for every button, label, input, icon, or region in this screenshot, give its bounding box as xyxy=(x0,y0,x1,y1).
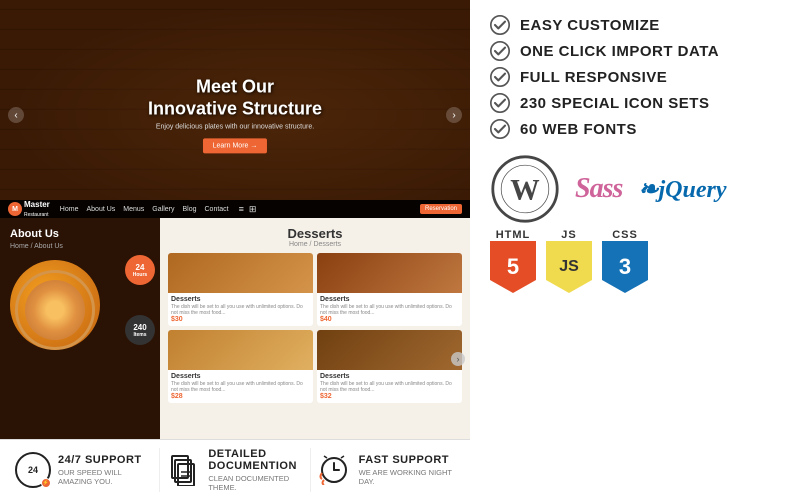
dessert-info: Desserts The dish will be set to all you… xyxy=(168,370,313,403)
dessert-info: Desserts The dish will be set to all you… xyxy=(317,293,462,326)
sass-logo: Sass xyxy=(575,173,622,205)
html5-badge: HTML 5 xyxy=(490,229,536,293)
dessert-image xyxy=(317,253,462,293)
hero-title: Meet OurInnovative Structure xyxy=(148,76,322,119)
dessert-image xyxy=(317,330,462,370)
js-badge: JS JS xyxy=(546,229,592,293)
docs-text: DETAILED DOCUMENTION CLEAN DOCUMENTED TH… xyxy=(208,448,304,492)
docs-icon xyxy=(165,452,201,488)
dessert-image xyxy=(168,330,313,370)
dessert-item: Desserts The dish will be set to all you… xyxy=(168,253,313,326)
check-icon xyxy=(490,41,510,61)
docs-stat: DETAILED DOCUMENTION CLEAN DOCUMENTED TH… xyxy=(160,448,310,492)
bottom-nav-icons: ≡ ⊞ xyxy=(239,204,257,215)
hero-prev-button[interactable]: ‹ xyxy=(8,107,24,123)
check-icon xyxy=(490,67,510,87)
dessert-info: Desserts The dish will be set to all you… xyxy=(168,293,313,326)
about-breadcrumb: Home / About Us xyxy=(10,243,150,250)
support-stat: 24 ⚡ 24/7 SUPPORT OUR SPEED WILL AMAZING… xyxy=(10,448,160,492)
dessert-item: Desserts The dish will be set to all you… xyxy=(317,253,462,326)
check-icon xyxy=(490,15,510,35)
mockup-top: M MasterRestaurant Home About Us Menus G… xyxy=(0,0,470,230)
check-icon xyxy=(490,119,510,139)
feature-label: EASY CUSTOMIZE xyxy=(520,17,660,34)
jquery-logo: ❧jQuery xyxy=(638,175,726,204)
sass-jquery-logos: Sass ❧jQuery xyxy=(575,173,726,205)
right-panel: EASY CUSTOMIZE ONE CLICK IMPORT DATA FUL… xyxy=(470,0,800,500)
features-list: EASY CUSTOMIZE ONE CLICK IMPORT DATA FUL… xyxy=(490,15,780,139)
bottom-stats-bar: 24 ⚡ 24/7 SUPPORT OUR SPEED WILL AMAZING… xyxy=(0,439,470,500)
js-label: JS xyxy=(546,229,592,241)
feature-one-click: ONE CLICK IMPORT DATA xyxy=(490,41,780,61)
dessert-item: Desserts The dish will be set to all you… xyxy=(317,330,462,403)
desserts-next-button[interactable]: › xyxy=(451,352,465,366)
bottom-menu-icon[interactable]: ≡ xyxy=(239,204,244,215)
feature-easy-customize: EASY CUSTOMIZE xyxy=(490,15,780,35)
feature-label: 230 SPECIAL ICON SETS xyxy=(520,95,709,112)
bottom-reservation-button[interactable]: Reservation xyxy=(420,204,462,214)
hero-subtitle: Enjoy delicious plates with our innovati… xyxy=(148,124,322,131)
tech-logos-row: W Sass ❧jQuery xyxy=(490,154,780,224)
wordpress-logo: W xyxy=(490,154,560,224)
fast-support-stat: FAST SUPPORT WE ARE WORKING NIGHT DAY. xyxy=(311,448,460,492)
html-label: HTML xyxy=(490,229,536,241)
desserts-header: Desserts Home / Desserts xyxy=(160,218,470,253)
html5-shield: 5 xyxy=(490,241,536,293)
dessert-item: Desserts The dish will be set to all you… xyxy=(168,330,313,403)
learn-more-button[interactable]: Learn More → xyxy=(203,139,268,154)
fast-support-text: FAST SUPPORT WE ARE WORKING NIGHT DAY. xyxy=(359,454,455,486)
feature-responsive: FULL RESPONSIVE xyxy=(490,67,780,87)
bottom-brand-icon: M xyxy=(8,202,22,216)
items-badge: 240 Items xyxy=(125,315,155,345)
dessert-info: Desserts The dish will be set to all you… xyxy=(317,370,462,403)
dessert-image xyxy=(168,253,313,293)
js-shield: JS xyxy=(546,241,592,293)
feature-web-fonts: 60 WEB FONTS xyxy=(490,119,780,139)
about-title: About Us xyxy=(10,228,150,240)
hero-next-button[interactable]: › xyxy=(446,107,462,123)
css3-shield: 3 xyxy=(602,241,648,293)
pizza-image xyxy=(10,260,100,350)
css-label: CSS xyxy=(602,229,648,241)
fast-support-icon xyxy=(316,452,352,488)
feature-icon-sets: 230 SPECIAL ICON SETS xyxy=(490,93,780,113)
bottom-cart-icon[interactable]: ⊞ xyxy=(249,204,257,215)
feature-label: ONE CLICK IMPORT DATA xyxy=(520,43,719,60)
bottom-brand: M MasterRestaurant xyxy=(8,200,50,218)
css3-badge: CSS 3 xyxy=(602,229,648,293)
support-icon: 24 ⚡ xyxy=(15,452,51,488)
desserts-breadcrumb: Home / Desserts xyxy=(165,241,465,248)
html5-badges: HTML 5 JS JS CSS 3 xyxy=(490,229,780,293)
check-icon xyxy=(490,93,510,113)
hero-content: Meet OurInnovative Structure Enjoy delic… xyxy=(148,76,322,153)
svg-text:W: W xyxy=(510,175,539,207)
desserts-grid: Desserts The dish will be set to all you… xyxy=(160,253,470,403)
feature-label: FULL RESPONSIVE xyxy=(520,69,667,86)
bottom-nav: M MasterRestaurant Home About Us Menus G… xyxy=(0,200,470,218)
bottom-brand-name: MasterRestaurant xyxy=(24,200,50,218)
left-panel: M MasterRestaurant Home About Us Menus G… xyxy=(0,0,470,500)
feature-label: 60 WEB FONTS xyxy=(520,121,637,138)
desserts-title: Desserts xyxy=(165,226,465,241)
hours-badge: 24 Hours xyxy=(125,255,155,285)
support-text: 24/7 SUPPORT OUR SPEED WILL AMAZING YOU. xyxy=(58,454,154,486)
bottom-nav-links: Home About Us Menus Gallery Blog Contact xyxy=(60,206,229,213)
